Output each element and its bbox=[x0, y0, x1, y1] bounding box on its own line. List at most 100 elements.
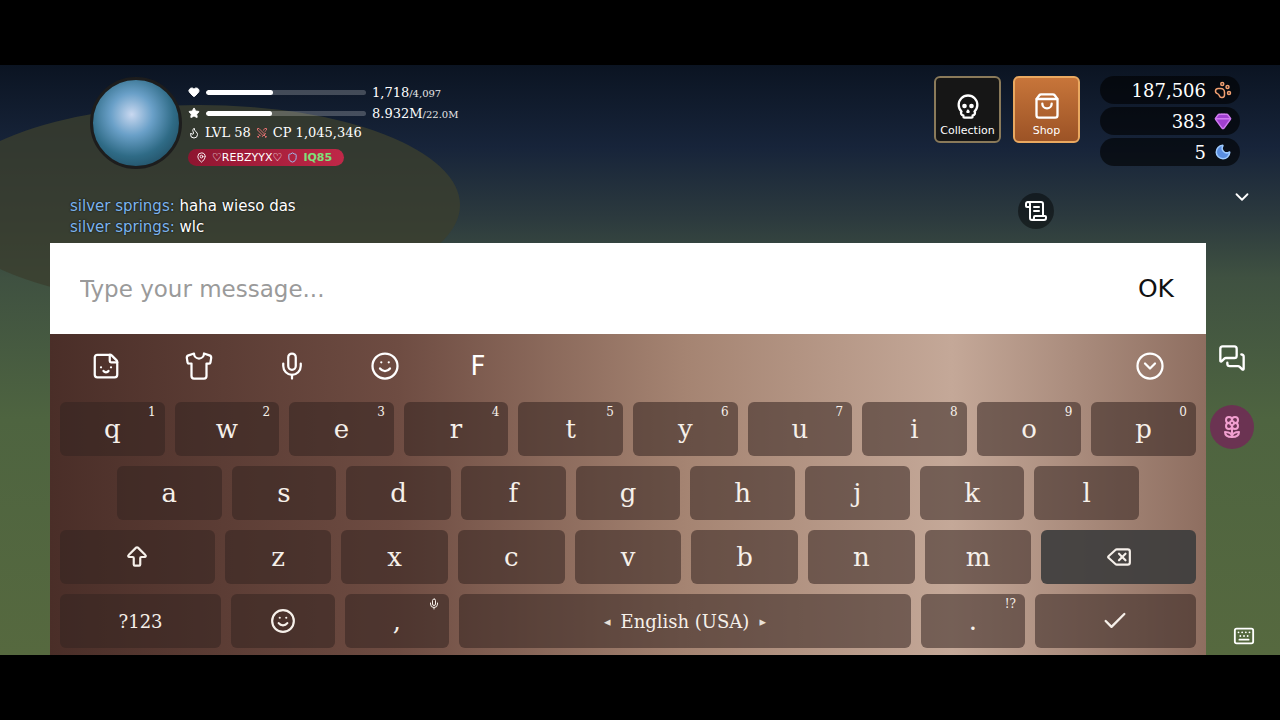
char-key[interactable]: h bbox=[690, 466, 795, 520]
check-icon bbox=[1101, 607, 1129, 635]
chat-button[interactable] bbox=[1212, 338, 1252, 378]
chat-text: haha wieso das bbox=[180, 197, 296, 215]
emoji-icon bbox=[270, 608, 296, 634]
char-key[interactable]: k bbox=[920, 466, 1025, 520]
hint bbox=[428, 598, 440, 610]
char-key[interactable]: v bbox=[575, 530, 682, 584]
hp-value: 1,718/4,097 bbox=[372, 85, 441, 100]
collection-button[interactable]: Collection bbox=[934, 76, 1001, 143]
emoji-tool[interactable] bbox=[353, 343, 417, 389]
hp-bar bbox=[206, 90, 366, 95]
char-key[interactable]: q1 bbox=[60, 402, 165, 456]
char-key[interactable]: z bbox=[225, 530, 332, 584]
key-label: , bbox=[393, 606, 401, 636]
level-icon bbox=[188, 127, 200, 139]
char-key[interactable]: b bbox=[691, 530, 798, 584]
char-key[interactable]: l bbox=[1034, 466, 1139, 520]
heart-icon bbox=[188, 86, 200, 98]
message-overlay: OK Fq1w2e3r4t5y6u7i8o9p0 a sd f gh j kl zxc v bnm?… bbox=[50, 243, 1206, 655]
hp-row: 1,718/4,097 bbox=[188, 83, 458, 101]
char-key[interactable]: j bbox=[805, 466, 910, 520]
keyboard-toggle[interactable] bbox=[1230, 622, 1258, 650]
right-arrow: ▸ bbox=[759, 614, 766, 629]
moon-icon bbox=[1214, 143, 1232, 161]
ok-button[interactable]: OK bbox=[1134, 268, 1178, 309]
char-key[interactable]: a bbox=[117, 466, 222, 520]
chat-log: silver springs: haha wieso dassilver spr… bbox=[70, 197, 296, 236]
coin-icon bbox=[1214, 81, 1232, 99]
comma-key[interactable]: , bbox=[345, 594, 449, 648]
char-key[interactable]: i8 bbox=[862, 402, 967, 456]
iq: IQ85 bbox=[303, 151, 332, 164]
emote-button[interactable] bbox=[1210, 405, 1254, 449]
backspace-key[interactable] bbox=[1041, 530, 1196, 584]
key-label: . bbox=[969, 606, 977, 636]
xp-fill bbox=[206, 111, 272, 116]
star-icon bbox=[188, 107, 200, 119]
font-label: F bbox=[471, 351, 486, 381]
chat-message: silver springs: haha wieso das bbox=[70, 197, 296, 215]
message-input[interactable] bbox=[78, 275, 1118, 303]
button-label: Collection bbox=[940, 124, 994, 137]
space-key[interactable]: ◂English (USA)▸ bbox=[459, 594, 911, 648]
flower-icon bbox=[1220, 415, 1244, 439]
font-tool[interactable]: F bbox=[446, 343, 510, 389]
level: LVL 58 bbox=[205, 125, 251, 140]
char-key[interactable]: y6 bbox=[633, 402, 738, 456]
hud-toggle[interactable] bbox=[1230, 185, 1254, 209]
backspace-icon bbox=[1106, 544, 1132, 570]
char-key[interactable]: m bbox=[925, 530, 1032, 584]
level-row: LVL 58CP 1,045,346 bbox=[188, 125, 458, 140]
currencies: 187,5063835 bbox=[1100, 76, 1240, 166]
currency: 383 bbox=[1100, 107, 1240, 135]
shield-icon bbox=[287, 152, 298, 163]
char-key[interactable]: c bbox=[458, 530, 565, 584]
name-pill: ♡REBZYYX♡ IQ85 bbox=[188, 149, 344, 166]
xp-row: 8.932M/22.0M bbox=[188, 104, 458, 122]
shift-key[interactable] bbox=[60, 530, 215, 584]
quest-button[interactable] bbox=[1018, 193, 1054, 229]
char-key[interactable]: s bbox=[232, 466, 337, 520]
char-key[interactable]: u7 bbox=[748, 402, 853, 456]
char-key[interactable]: w2 bbox=[175, 402, 280, 456]
key-label: u bbox=[791, 414, 808, 444]
key-hint: 8 bbox=[950, 405, 958, 419]
emoji-icon bbox=[370, 351, 400, 381]
collapse-tool[interactable] bbox=[1118, 343, 1182, 389]
mode-key[interactable]: ?123 bbox=[60, 594, 221, 648]
char-key[interactable]: e3 bbox=[289, 402, 394, 456]
player-name: ♡REBZYYX♡ bbox=[212, 151, 282, 164]
char-key[interactable]: o9 bbox=[977, 402, 1082, 456]
game-scene: 1,718/4,097 8.932M/22.0M LVL 58CP 1,045,34… bbox=[0, 65, 1280, 655]
char-key[interactable]: x bbox=[341, 530, 448, 584]
char-key[interactable]: r4 bbox=[404, 402, 509, 456]
chevron-icon bbox=[1231, 186, 1253, 208]
voice-tool[interactable] bbox=[260, 343, 324, 389]
enter-key[interactable] bbox=[1035, 594, 1196, 648]
char-key[interactable]: g bbox=[576, 466, 681, 520]
char-key[interactable]: p0 bbox=[1091, 402, 1196, 456]
key-hint: 1 bbox=[148, 405, 156, 419]
key-label: a bbox=[162, 478, 178, 508]
emoji-key[interactable] bbox=[231, 594, 335, 648]
char-key[interactable]: f bbox=[461, 466, 566, 520]
char-key[interactable]: d bbox=[346, 466, 451, 520]
sticker-tool[interactable] bbox=[74, 343, 138, 389]
char-key[interactable]: t5 bbox=[518, 402, 623, 456]
shift-icon bbox=[124, 544, 150, 570]
shirt-icon bbox=[184, 351, 214, 381]
key-hint: 2 bbox=[263, 405, 271, 419]
key-label: t bbox=[565, 414, 575, 444]
key-label: o bbox=[1021, 414, 1037, 444]
key-label: ?123 bbox=[119, 611, 163, 632]
char-key[interactable]: n bbox=[808, 530, 915, 584]
theme-tool[interactable] bbox=[167, 343, 231, 389]
chat-sender: silver springs: bbox=[70, 197, 175, 215]
key-label: j bbox=[853, 478, 861, 508]
char-key[interactable]: .!? bbox=[921, 594, 1025, 648]
key-label: f bbox=[509, 478, 519, 508]
skull-icon bbox=[954, 92, 982, 120]
key-label: v bbox=[621, 542, 636, 572]
microphone-icon bbox=[277, 351, 307, 381]
shop-button[interactable]: Shop bbox=[1013, 76, 1080, 143]
